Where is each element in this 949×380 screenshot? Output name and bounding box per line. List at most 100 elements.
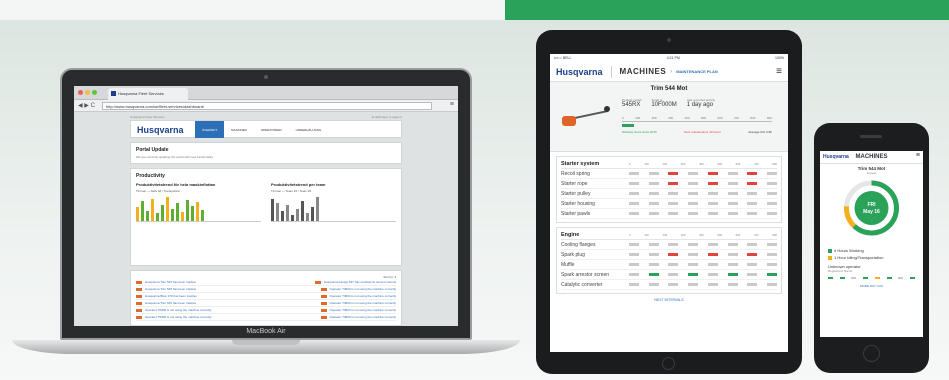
interval-cell[interactable] <box>766 192 777 195</box>
interval-cell[interactable] <box>747 212 758 215</box>
interval-cell[interactable] <box>727 273 738 276</box>
interval-cell[interactable] <box>707 243 718 246</box>
interval-cell[interactable] <box>629 182 639 185</box>
nav-tab-0[interactable]: ÖVERSIKT <box>195 121 225 138</box>
interval-cell[interactable] <box>766 273 777 276</box>
interval-cell[interactable] <box>629 202 639 205</box>
interval-cell[interactable] <box>766 182 777 185</box>
interval-cell[interactable] <box>668 192 679 195</box>
interval-cell[interactable] <box>707 182 718 185</box>
interval-cell[interactable] <box>766 253 777 256</box>
interval-cell[interactable] <box>747 253 758 256</box>
maintenance-row[interactable]: Starter pawls <box>561 209 777 219</box>
maintenance-row[interactable]: Spark plug <box>561 250 777 260</box>
interval-cell[interactable] <box>648 243 659 246</box>
interval-cell[interactable] <box>629 192 639 195</box>
interval-cell[interactable] <box>648 182 659 185</box>
interval-cell[interactable] <box>688 243 699 246</box>
interval-cell[interactable] <box>688 283 699 286</box>
list-item[interactable]: Husqvarna Blow 370 has been inactive Oper… <box>136 293 396 300</box>
maintenance-row[interactable]: Recoil spring <box>561 169 777 179</box>
nav-tab-1[interactable]: MASKINER <box>224 121 254 138</box>
interval-cell[interactable] <box>727 192 738 195</box>
interval-cell[interactable] <box>727 253 738 256</box>
interval-cell[interactable] <box>747 283 758 286</box>
close-window-icon[interactable] <box>78 90 83 95</box>
interval-cell[interactable] <box>688 263 699 266</box>
more-day-log-link[interactable]: MORE DAY LOG <box>820 284 923 288</box>
husqvarna-logo[interactable]: Husqvarna <box>137 125 184 135</box>
interval-cell[interactable] <box>727 263 738 266</box>
interval-cell[interactable] <box>648 273 659 276</box>
list-item[interactable]: Husqvarna Trim 545 has been inactive Husq… <box>136 279 396 286</box>
interval-cell[interactable] <box>727 202 738 205</box>
interval-cell[interactable] <box>668 283 679 286</box>
interval-cell[interactable] <box>707 283 718 286</box>
maintenance-row[interactable]: Starter housing <box>561 199 777 209</box>
maintenance-row[interactable]: Muffle <box>561 260 777 270</box>
interval-cell[interactable] <box>648 202 659 205</box>
interval-cell[interactable] <box>629 253 639 256</box>
account-links[interactable]: Inställningar | Logga ut <box>372 115 402 119</box>
interval-cell[interactable] <box>648 192 659 195</box>
list-item[interactable]: Husqvarna Trim 545 has been inactive Oper… <box>136 300 396 307</box>
interval-cell[interactable] <box>629 243 639 246</box>
interval-cell[interactable] <box>727 283 738 286</box>
breadcrumb-current[interactable]: MAINTENANCE PLAN <box>676 69 718 74</box>
husqvarna-logo[interactable]: Husqvarna <box>556 67 603 77</box>
maximize-window-icon[interactable] <box>92 90 97 95</box>
minimize-window-icon[interactable] <box>85 90 90 95</box>
interval-cell[interactable] <box>629 273 639 276</box>
interval-cell[interactable] <box>707 202 718 205</box>
interval-cell[interactable] <box>629 172 639 175</box>
interval-cell[interactable] <box>688 192 699 195</box>
interval-cell[interactable] <box>648 172 659 175</box>
page-title[interactable]: MACHINES <box>620 67 667 76</box>
browser-tab[interactable]: Husqvarna Fleet Services <box>108 88 188 100</box>
interval-cell[interactable] <box>766 202 777 205</box>
interval-cell[interactable] <box>707 212 718 215</box>
interval-cell[interactable] <box>629 212 639 215</box>
interval-cell[interactable] <box>766 243 777 246</box>
interval-cell[interactable] <box>766 263 777 266</box>
interval-cell[interactable] <box>707 172 718 175</box>
list-item[interactable]: Operator TIM00 is not using the machine … <box>136 314 396 321</box>
interval-cell[interactable] <box>688 253 699 256</box>
interval-cell[interactable] <box>766 212 777 215</box>
list-item[interactable]: Operator TIM00 is not using the machine … <box>136 307 396 314</box>
interval-cell[interactable] <box>668 273 679 276</box>
maintenance-row[interactable]: Cooling flanges <box>561 240 777 250</box>
interval-cell[interactable] <box>727 212 738 215</box>
interval-cell[interactable] <box>707 192 718 195</box>
interval-cell[interactable] <box>688 273 699 276</box>
nav-tab-2[interactable]: OPERATÖRER <box>254 121 289 138</box>
nav-tab-3[interactable]: UNDERHÅLLNING <box>289 121 329 138</box>
interval-cell[interactable] <box>648 253 659 256</box>
interval-cell[interactable] <box>668 212 679 215</box>
interval-cell[interactable] <box>766 172 777 175</box>
interval-cell[interactable] <box>747 202 758 205</box>
interval-cell[interactable] <box>747 182 758 185</box>
interval-cell[interactable] <box>727 172 738 175</box>
list-item[interactable]: Husqvarna Trim 545 has been inactive Oper… <box>136 286 396 293</box>
interval-cell[interactable] <box>688 172 699 175</box>
interval-cell[interactable] <box>747 172 758 175</box>
interval-cell[interactable] <box>747 273 758 276</box>
interval-cell[interactable] <box>668 172 679 175</box>
interval-cell[interactable] <box>629 283 639 286</box>
interval-cell[interactable] <box>668 182 679 185</box>
interval-cell[interactable] <box>727 182 738 185</box>
interval-cell[interactable] <box>668 202 679 205</box>
browser-menu-icon[interactable]: ≡ <box>450 101 454 108</box>
interval-cell[interactable] <box>747 243 758 246</box>
interval-cell[interactable] <box>688 202 699 205</box>
maintenance-row[interactable]: Spark arrestor screen <box>561 270 777 280</box>
interval-cell[interactable] <box>688 182 699 185</box>
husqvarna-logo[interactable]: Husqvarna <box>823 154 849 160</box>
address-bar[interactable]: http://www.husqvarna.com/se/fleet-servic… <box>102 102 432 110</box>
interval-cell[interactable] <box>668 243 679 246</box>
interval-cell[interactable] <box>747 192 758 195</box>
interval-cell[interactable] <box>668 253 679 256</box>
interval-cell[interactable] <box>648 212 659 215</box>
next-intervals-link[interactable]: NEXT INTERVALS <box>550 298 788 302</box>
